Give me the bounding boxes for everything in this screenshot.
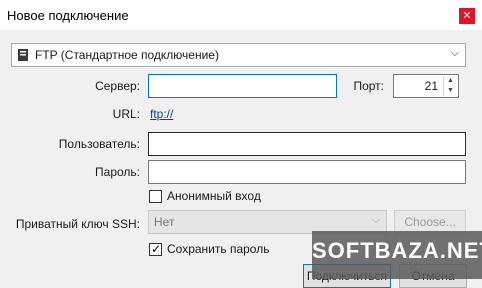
- user-label: Пользователь:: [58, 137, 140, 151]
- protocol-select[interactable]: FTP (Стандартное подключение) ⌵: [11, 43, 466, 67]
- save-password-label[interactable]: Сохранить пароль: [167, 242, 269, 256]
- watermark: SOFTBAZA.NET: [312, 231, 482, 279]
- port-input[interactable]: 21 ▲ ▼: [393, 74, 459, 98]
- user-input[interactable]: [148, 132, 466, 156]
- anonymous-checkbox[interactable]: [149, 190, 162, 203]
- url-link[interactable]: ftp://: [150, 107, 173, 121]
- chevron-down-icon: ⌵: [371, 214, 380, 226]
- anonymous-label[interactable]: Анонимный вход: [167, 189, 261, 203]
- password-label: Пароль:: [95, 165, 140, 179]
- watermark-text: SOFTBAZA.NET: [312, 238, 482, 263]
- server-input[interactable]: [148, 74, 337, 98]
- ssh-key-label: Приватный ключ SSH:: [15, 217, 140, 231]
- chevron-down-icon: ⌵: [450, 47, 459, 59]
- password-input[interactable]: [148, 160, 466, 184]
- url-label: URL:: [112, 107, 140, 121]
- server-label: Сервер:: [95, 79, 140, 93]
- close-icon: ✕: [462, 10, 472, 22]
- protocol-selected: FTP (Стандартное подключение): [35, 48, 219, 62]
- port-stepper[interactable]: ▲ ▼: [443, 76, 457, 96]
- ftp-icon: [18, 49, 28, 61]
- save-password-checkbox[interactable]: ✓: [149, 242, 162, 256]
- stepper-down-icon[interactable]: ▼: [444, 86, 457, 96]
- port-value: 21: [424, 79, 438, 93]
- window-title: Новое подключение: [7, 8, 129, 23]
- port-label: Порт:: [353, 79, 384, 93]
- ssh-key-selected: Нет: [154, 215, 175, 229]
- close-button[interactable]: ✕: [459, 8, 475, 24]
- check-icon: ✓: [150, 242, 162, 256]
- stepper-up-icon[interactable]: ▲: [444, 76, 457, 86]
- title-bar: Новое подключение ✕: [0, 0, 482, 30]
